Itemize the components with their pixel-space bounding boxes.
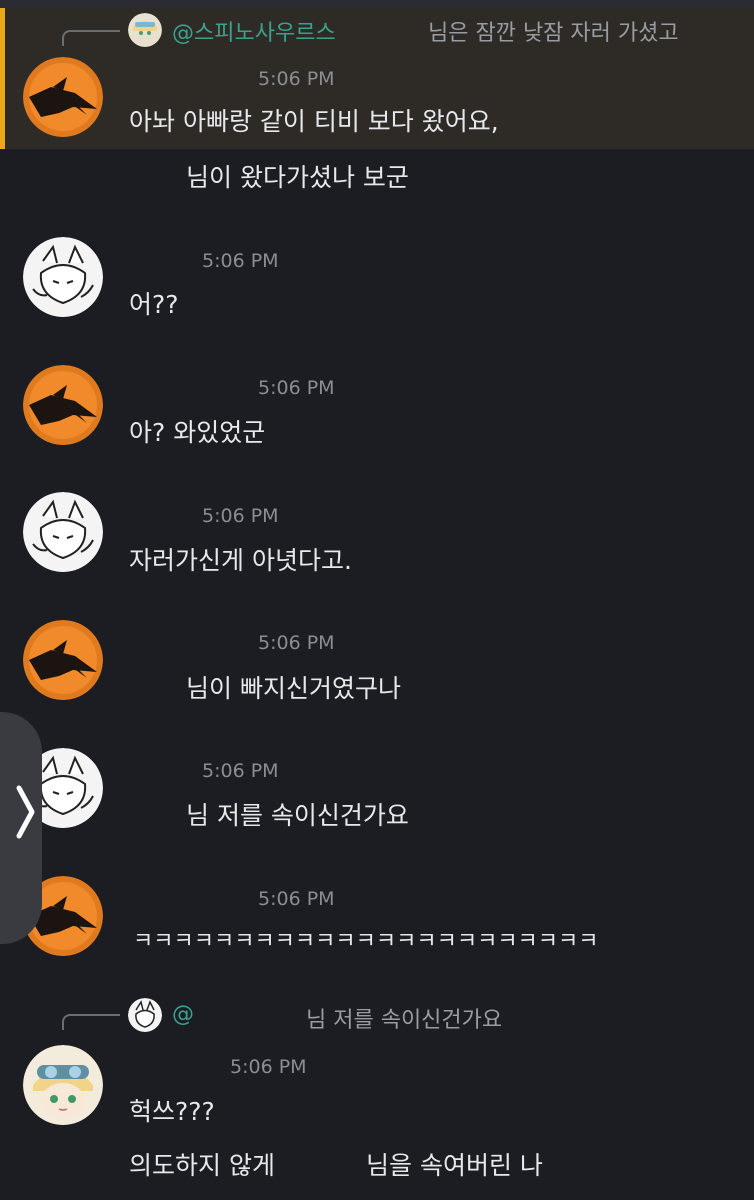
- message-text: 자러가신게 아녓다고.: [129, 546, 352, 575]
- white-cat-avatar[interactable]: [23, 492, 103, 572]
- message-text: 님을 속여버린 나: [366, 1151, 543, 1180]
- message-timestamp: 5:06 PM: [258, 377, 335, 399]
- reply-username[interactable]: @스피노사우르스: [172, 15, 336, 47]
- message-text: 헉쓰???: [129, 1097, 215, 1126]
- message-text: 의도하지 않게: [129, 1151, 275, 1180]
- message-timestamp: 5:06 PM: [202, 505, 279, 527]
- message-timestamp: 5:06 PM: [202, 250, 279, 272]
- side-panel-tab[interactable]: [0, 712, 42, 944]
- orange-dragon-avatar[interactable]: [23, 57, 103, 137]
- top-bar: [0, 0, 754, 8]
- reply-username[interactable]: @: [172, 1002, 194, 1027]
- goggles-girl-avatar[interactable]: [23, 1045, 103, 1125]
- message-timestamp: 5:06 PM: [202, 760, 279, 782]
- message-timestamp: 5:06 PM: [230, 1056, 307, 1078]
- chevron-right-icon[interactable]: [14, 782, 36, 842]
- message-timestamp: 5:06 PM: [258, 888, 335, 910]
- message-text: 아? 와있었군: [129, 418, 266, 447]
- message-text: 아놔 아빠랑 같이 티비 보다 왔어요,: [129, 107, 499, 136]
- message-text: 님이 왔다가셨나 보군: [186, 163, 409, 192]
- message-text: 어??: [129, 290, 179, 319]
- mention-highlight-bar: [0, 8, 5, 149]
- white-cat-avatar[interactable]: [23, 237, 103, 317]
- message-text: 님 저를 속이신건가요: [186, 801, 409, 830]
- orange-dragon-avatar[interactable]: [23, 620, 103, 700]
- reply-connector: [62, 1014, 120, 1030]
- message-text: ㅋㅋㅋㅋㅋㅋㅋㅋㅋㅋㅋㅋㅋㅋㅋㅋㅋㅋㅋㅋㅋㅋㅋ: [133, 929, 599, 954]
- goggles-girl-mini-avatar[interactable]: [128, 13, 162, 47]
- message-timestamp: 5:06 PM: [258, 632, 335, 654]
- reply-connector: [62, 30, 120, 46]
- white-cat-mini-avatar[interactable]: [128, 998, 162, 1032]
- message-timestamp: 5:06 PM: [258, 68, 335, 90]
- reply-snippet[interactable]: 님 저를 속이신건가요: [306, 1002, 502, 1034]
- reply-snippet[interactable]: 님은 잠깐 낮잠 자러 가셨고: [428, 15, 679, 47]
- orange-dragon-avatar[interactable]: [23, 365, 103, 445]
- message-text: 님이 빠지신거였구나: [186, 674, 401, 703]
